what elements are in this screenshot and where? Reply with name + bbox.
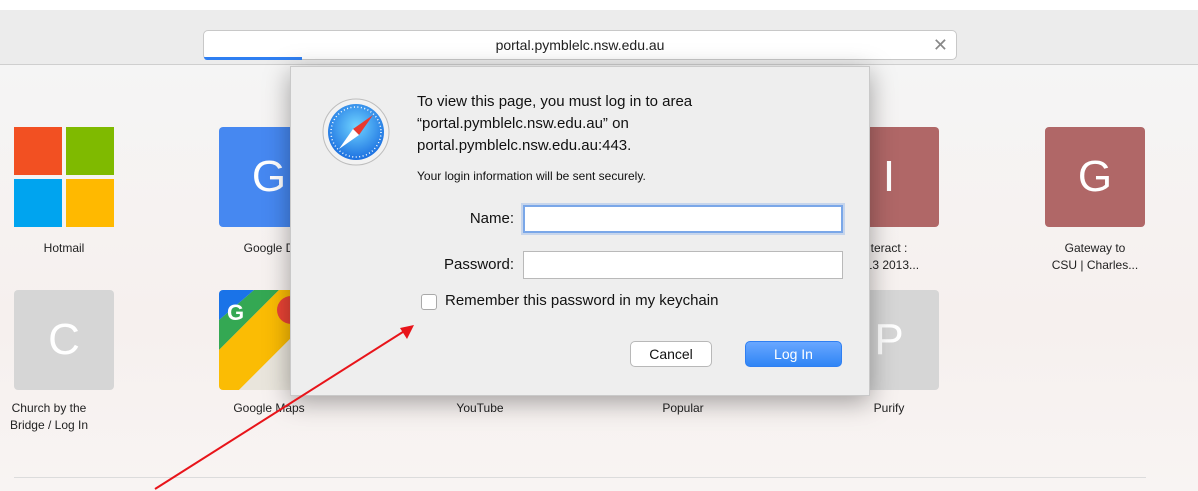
annotation-arrow: [154, 325, 414, 490]
annotation-arrow-shaft: [154, 329, 407, 490]
